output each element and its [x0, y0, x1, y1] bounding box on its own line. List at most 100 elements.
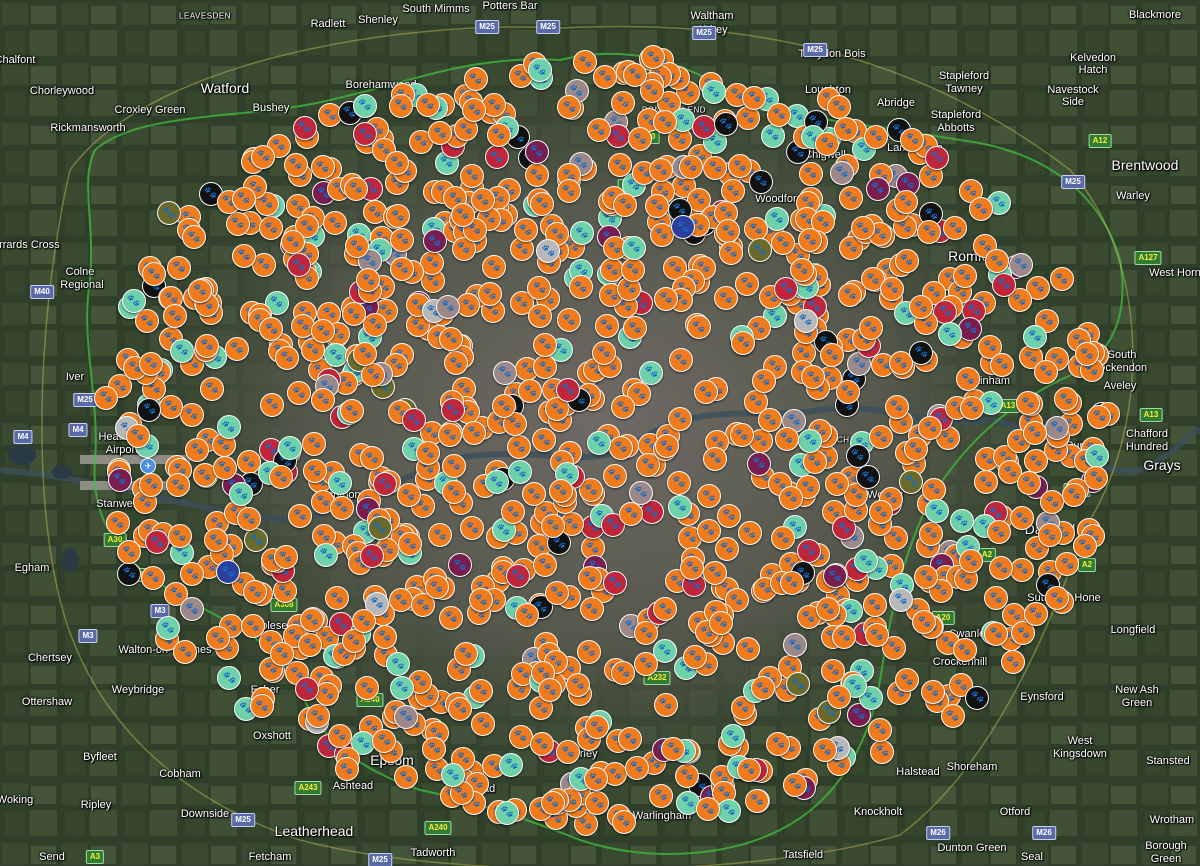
paw-marker-icon[interactable]: 🐾	[783, 633, 808, 658]
paw-marker-icon[interactable]: 🐾	[1074, 342, 1099, 367]
paw-marker-icon[interactable]: 🐾	[179, 402, 204, 427]
paw-marker-icon[interactable]: 🐾	[444, 351, 469, 376]
paw-marker-icon[interactable]: 🐾	[386, 652, 410, 677]
paw-marker-icon[interactable]: 🐾	[250, 694, 275, 719]
paw-marker-icon[interactable]: 🐾	[351, 609, 376, 633]
paw-marker-icon[interactable]: 🐾	[556, 377, 581, 402]
paw-marker-icon[interactable]: 🐾	[774, 426, 799, 451]
paw-marker-icon[interactable]: 🐾	[653, 597, 678, 622]
paw-marker-icon[interactable]: 🐾	[745, 788, 770, 813]
paw-marker-icon[interactable]: 🐾	[729, 423, 754, 448]
paw-marker-icon[interactable]: 🐾	[462, 420, 487, 445]
paw-marker-icon[interactable]: 🐾	[505, 563, 530, 588]
paw-marker-icon[interactable]: 🐾	[778, 485, 803, 510]
paw-marker-icon[interactable]: 🐾	[835, 379, 860, 404]
paw-marker-icon[interactable]: 🐾	[125, 423, 150, 448]
paw-marker-icon[interactable]: 🐾	[985, 249, 1010, 274]
paw-marker-icon[interactable]: 🐾	[390, 227, 415, 252]
paw-marker-icon[interactable]: 🐾	[292, 115, 317, 140]
paw-marker-icon[interactable]: 🐾	[1045, 415, 1070, 440]
paw-marker-icon[interactable]: 🐾	[225, 211, 250, 236]
paw-marker-icon[interactable]: 🐾	[372, 624, 397, 649]
paw-marker-icon[interactable]: 🐾	[422, 736, 447, 761]
paw-marker-icon[interactable]: 🐾	[701, 80, 726, 105]
paw-marker-icon[interactable]: 🐾	[914, 564, 939, 589]
paw-marker-icon[interactable]: 🐾	[533, 552, 558, 577]
paw-marker-icon[interactable]: 🐾	[305, 704, 330, 729]
paw-marker-icon[interactable]: 🐾	[702, 446, 727, 471]
paw-marker-icon[interactable]: 🐾	[958, 316, 983, 341]
paw-marker-icon[interactable]: 🐾	[986, 520, 1011, 545]
paw-marker-icon[interactable]: 🐾	[743, 217, 768, 241]
paw-marker-icon[interactable]: 🐾	[893, 189, 918, 214]
paw-marker-icon[interactable]: 🐾	[801, 365, 826, 390]
paw-marker-icon[interactable]: 🐾	[390, 675, 414, 700]
paw-marker-icon[interactable]: 🐾	[167, 255, 192, 280]
paw-marker-icon[interactable]: 🐾	[538, 678, 563, 703]
paw-marker-icon[interactable]: 🐾	[270, 641, 294, 666]
paw-marker-icon[interactable]: 🐾	[641, 45, 666, 70]
paw-marker-icon[interactable]: 🐾	[372, 728, 397, 753]
paw-marker-icon[interactable]: 🐾	[760, 123, 785, 148]
paw-marker-icon[interactable]: 🐾	[721, 724, 746, 749]
paw-marker-icon[interactable]: 🐾	[952, 638, 977, 663]
paw-marker-icon[interactable]: 🐾	[283, 152, 308, 177]
paw-marker-icon[interactable]: 🐾	[396, 483, 421, 508]
paw-marker-icon[interactable]: 🐾	[524, 139, 549, 164]
paw-marker-icon[interactable]: 🐾	[1022, 420, 1047, 445]
paw-marker-icon[interactable]: 🐾	[169, 338, 194, 363]
paw-marker-icon[interactable]: 🐾	[244, 528, 269, 552]
paw-marker-icon[interactable]: 🐾	[798, 428, 823, 453]
paw-marker-icon[interactable]: 🐾	[384, 150, 409, 175]
paw-marker-icon[interactable]: 🐾	[359, 544, 384, 569]
paw-marker-icon[interactable]: 🐾	[156, 616, 180, 641]
paw-marker-icon[interactable]: 🐾	[295, 676, 319, 701]
paw-marker-icon[interactable]: 🐾	[691, 115, 716, 140]
paw-marker-icon[interactable]: 🐾	[786, 672, 811, 697]
paw-marker-icon[interactable]: 🐾	[1040, 490, 1065, 515]
paw-marker-icon[interactable]: 🐾	[1049, 267, 1074, 291]
paw-marker-icon[interactable]: 🐾	[884, 394, 909, 419]
paw-marker-icon[interactable]: 🐾	[173, 640, 198, 665]
paw-marker-icon[interactable]: 🐾	[766, 102, 791, 127]
paw-marker-icon[interactable]: 🐾	[576, 639, 601, 664]
paw-marker-icon[interactable]: 🐾	[609, 435, 634, 460]
paw-marker-icon[interactable]: 🐾	[522, 482, 547, 507]
paw-marker-icon[interactable]: 🐾	[566, 672, 591, 697]
paw-marker-icon[interactable]: 🐾	[463, 67, 488, 92]
paw-marker-icon[interactable]: 🐾	[435, 294, 460, 319]
paw-marker-icon[interactable]: 🐾	[649, 158, 674, 183]
paw-marker-icon[interactable]: 🐾	[513, 218, 538, 243]
paw-marker-icon[interactable]: 🐾	[453, 641, 478, 666]
paw-marker-icon[interactable]: 🐾	[973, 470, 998, 494]
paw-marker-icon[interactable]: 🐾	[548, 478, 573, 503]
paw-marker-icon[interactable]: 🐾	[917, 219, 942, 244]
paw-marker-icon[interactable]: 🐾	[666, 470, 691, 495]
paw-marker-icon[interactable]: 🐾	[832, 624, 857, 649]
paw-marker-icon[interactable]: 🐾	[569, 221, 594, 246]
paw-marker-icon[interactable]: 🐾	[585, 791, 610, 816]
paw-marker-icon[interactable]: 🐾	[107, 467, 132, 492]
paw-marker-icon[interactable]: 🐾	[531, 428, 556, 452]
paw-marker-icon[interactable]: 🐾	[956, 367, 981, 392]
paw-marker-icon[interactable]: 🐾	[353, 341, 378, 366]
paw-marker-icon[interactable]: 🐾	[634, 651, 659, 676]
paw-marker-icon[interactable]: 🐾	[297, 632, 322, 657]
paw-marker-icon[interactable]: 🐾	[428, 121, 452, 146]
paw-marker-icon[interactable]: 🐾	[746, 451, 771, 476]
paw-marker-icon[interactable]: 🐾	[354, 676, 379, 701]
paw-marker-icon[interactable]: 🐾	[340, 399, 364, 424]
paw-marker-icon[interactable]: 🐾	[620, 257, 645, 282]
paw-marker-icon[interactable]: 🐾	[990, 352, 1014, 377]
paw-marker-icon[interactable]: 🐾	[661, 736, 686, 761]
paw-marker-icon[interactable]: 🐾	[587, 430, 611, 455]
paw-marker-icon[interactable]: 🐾	[482, 254, 506, 279]
paw-marker-icon[interactable]: 🐾	[532, 332, 557, 357]
paw-marker-icon[interactable]: 🐾	[394, 765, 419, 790]
paw-marker-icon[interactable]: 🐾	[696, 518, 721, 543]
paw-marker-icon[interactable]: 🐾	[965, 685, 990, 710]
paw-marker-icon[interactable]: 🐾	[344, 234, 369, 259]
paw-marker-icon[interactable]: 🐾	[594, 313, 619, 338]
paw-marker-icon[interactable]: 🐾	[751, 368, 776, 393]
paw-marker-icon[interactable]: 🐾	[1053, 387, 1078, 412]
